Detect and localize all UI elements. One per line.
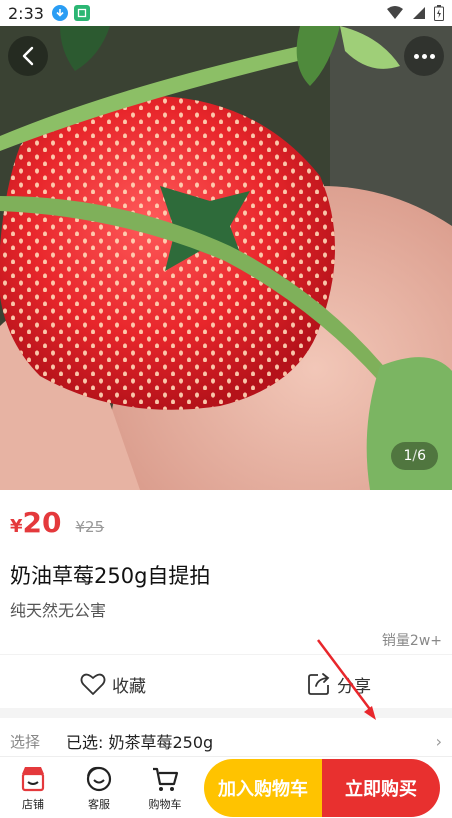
strawberry-photo: [0, 26, 452, 490]
divider: [0, 654, 452, 655]
currency-symbol: ¥: [10, 516, 23, 537]
pager-total: 6: [417, 448, 426, 464]
customer-service-label: 客服: [88, 797, 110, 811]
customer-service-tab[interactable]: 客服: [66, 764, 132, 812]
heart-icon: [80, 673, 106, 695]
gallery-app-icon: [73, 5, 90, 21]
bottom-action-bar: 店铺 客服 购物车 加入购物车 立即购买: [0, 756, 452, 818]
store-label: 店铺: [22, 797, 44, 811]
product-title: 奶油草莓250g自提拍: [10, 564, 211, 588]
spec-select-row[interactable]: 选择 已选: 奶茶草莓250g ›: [0, 722, 452, 760]
wifi-icon: [387, 6, 403, 19]
current-price: 20: [22, 506, 62, 539]
battery-icon: [434, 5, 444, 21]
image-pager: 1/6: [391, 442, 438, 470]
chevron-right-icon: ›: [435, 731, 442, 751]
favorite-label: 收藏: [112, 676, 146, 697]
original-price: ¥25: [75, 518, 105, 536]
favorite-button[interactable]: 收藏: [0, 662, 226, 706]
cart-icon: [153, 767, 179, 791]
more-dot-icon: [413, 53, 419, 59]
share-button[interactable]: 分享: [226, 662, 452, 706]
more-dot-icon: [429, 53, 435, 59]
cart-label: 购物车: [148, 797, 182, 811]
spec-select-label: 选择: [10, 732, 41, 751]
store-icon: [21, 766, 45, 791]
price-row: ¥ 20 ¥25: [10, 506, 104, 542]
cart-tab[interactable]: 购物车: [132, 764, 198, 812]
sales-count: 销量2w+: [381, 633, 442, 649]
product-image-carousel[interactable]: 1/6: [0, 26, 452, 490]
buy-now-button[interactable]: 立即购买: [322, 758, 440, 817]
action-row: 收藏 分享: [0, 662, 452, 706]
share-icon: [308, 673, 330, 695]
status-time: 2:33: [8, 3, 44, 23]
product-subtitle: 纯天然无公害: [10, 601, 107, 620]
spec-selected-value: 已选: 奶茶草莓250g: [66, 733, 214, 752]
status-bar: 2:33: [0, 0, 452, 26]
section-gap: [0, 708, 452, 718]
signal-icon: [413, 7, 425, 19]
chevron-left-icon: [22, 46, 34, 66]
back-button[interactable]: [8, 36, 48, 76]
pager-current: 1: [403, 448, 413, 464]
download-icon: [51, 5, 68, 21]
pager-separator: /: [412, 448, 418, 464]
customer-service-icon: [86, 766, 112, 791]
store-tab[interactable]: 店铺: [0, 764, 66, 812]
more-options-button[interactable]: [404, 36, 444, 76]
share-label: 分享: [337, 676, 371, 697]
purchase-buttons: 加入购物车 立即购买: [204, 758, 440, 817]
add-to-cart-button[interactable]: 加入购物车: [204, 758, 322, 817]
more-dot-icon: [421, 53, 427, 59]
